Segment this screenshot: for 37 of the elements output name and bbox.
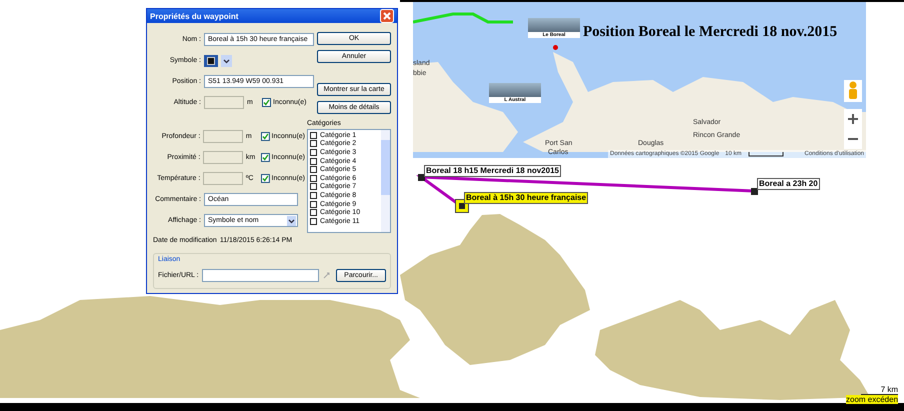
- scale-bar-icon: [748, 152, 784, 156]
- photo-placeholder: [528, 18, 580, 32]
- photo-placeholder: [489, 83, 541, 97]
- waypoint-marker[interactable]: [418, 174, 425, 181]
- checkbox[interactable]: [310, 209, 317, 216]
- input-field[interactable]: [202, 269, 320, 282]
- zoom-notice: zoom excéden: [846, 395, 898, 404]
- checkbox[interactable]: [262, 98, 271, 107]
- checkbox[interactable]: [310, 192, 317, 199]
- dropdown-icon[interactable]: [221, 54, 232, 66]
- window-title: Propriétés du waypoint: [150, 12, 238, 20]
- checkbox[interactable]: [260, 132, 270, 141]
- waypoint-label: Boreal a 23h 20: [757, 178, 820, 190]
- waypoint-label: Boreal 18 h15 Mercredi 18 nov2015: [424, 165, 561, 177]
- checkbox[interactable]: [310, 140, 317, 148]
- checkbox[interactable]: [310, 132, 317, 139]
- checkbox[interactable]: [260, 153, 270, 162]
- checkbox[interactable]: [260, 174, 270, 183]
- checkbox[interactable]: [310, 166, 317, 174]
- checkbox[interactable]: [310, 148, 317, 156]
- input-field[interactable]: [204, 96, 244, 109]
- checkbox[interactable]: [310, 174, 317, 182]
- scrollbar[interactable]: [381, 130, 390, 232]
- checkbox[interactable]: [310, 183, 317, 190]
- checkbox[interactable]: [310, 200, 317, 208]
- dropdown-icon[interactable]: [287, 216, 296, 226]
- input-field[interactable]: [203, 130, 243, 143]
- checkbox[interactable]: [310, 158, 317, 165]
- waypoint-label: Boreal à 15h 30 heure française: [464, 192, 588, 204]
- position-dot: [553, 45, 558, 50]
- input-field[interactable]: [203, 151, 243, 164]
- close-icon[interactable]: [380, 9, 394, 23]
- waypoint-marker[interactable]: [751, 188, 758, 195]
- input-field[interactable]: [203, 172, 243, 185]
- map-title: Position Boreal le Mercredi 18 nov.2015: [583, 24, 838, 41]
- checkbox[interactable]: [310, 218, 317, 225]
- symbol-picker[interactable]: [204, 54, 218, 66]
